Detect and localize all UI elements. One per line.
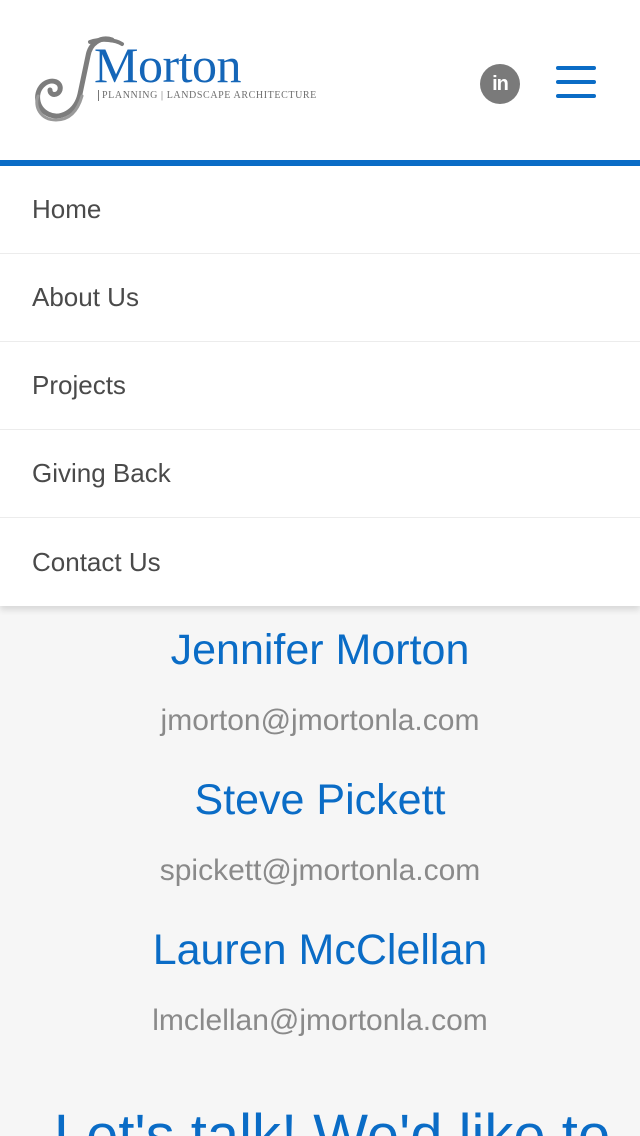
linkedin-icon-label: in: [492, 72, 509, 95]
main-nav-menu: Home About Us Projects Giving Back Conta…: [0, 166, 640, 606]
contact-name: Jennifer Morton: [170, 626, 470, 674]
menu-bar: [556, 94, 596, 98]
contact-name: Lauren McClellan: [152, 926, 488, 974]
nav-item-contact-us[interactable]: Contact Us: [0, 518, 640, 606]
contact-email-link[interactable]: spickett@jmortonla.com: [0, 854, 640, 888]
logo-wordmark: Morton: [94, 37, 242, 93]
nav-item-projects[interactable]: Projects: [0, 342, 640, 430]
menu-bar: [556, 80, 596, 84]
contacts-section: Jennifer Morton jmorton@jmortonla.com St…: [0, 606, 640, 1136]
logo-tagline: PLANNING | LANDSCAPE ARCHITECTURE: [98, 90, 316, 101]
contact-email-link[interactable]: jmorton@jmortonla.com: [0, 704, 640, 738]
menu-bar: [556, 66, 596, 70]
nav-item-about-us[interactable]: About Us: [0, 254, 640, 342]
hamburger-menu-icon[interactable]: [556, 66, 596, 98]
contact-email-link[interactable]: lmclellan@jmortonla.com: [0, 1004, 640, 1038]
nav-item-home[interactable]: Home: [0, 166, 640, 254]
contact-name: Steve Pickett: [194, 776, 446, 824]
page: Morton PLANNING | LANDSCAPE ARCHITECTURE…: [0, 0, 640, 1136]
cta-heading: Let's talk! We'd like to: [53, 1103, 611, 1136]
site-logo[interactable]: Morton PLANNING | LANDSCAPE ARCHITECTURE: [30, 34, 316, 126]
linkedin-icon[interactable]: in: [480, 64, 520, 104]
nav-item-giving-back[interactable]: Giving Back: [0, 430, 640, 518]
site-header: Morton PLANNING | LANDSCAPE ARCHITECTURE…: [0, 0, 640, 160]
